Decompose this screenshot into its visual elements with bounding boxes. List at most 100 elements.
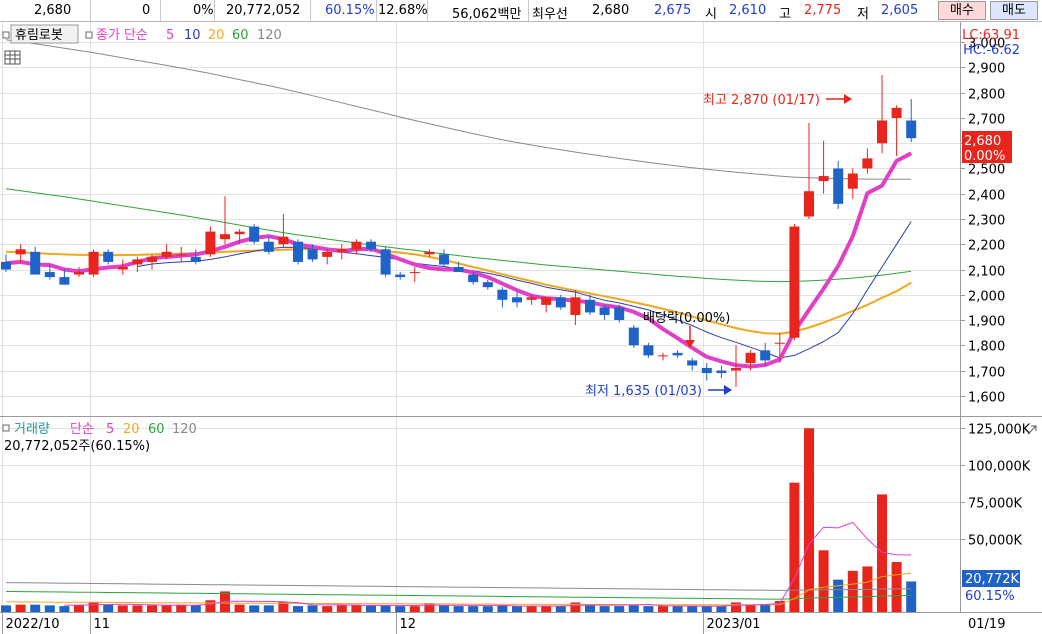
volume-bar	[453, 606, 464, 612]
volume-bar	[672, 606, 683, 612]
price-tick-label: 1,800	[968, 340, 1005, 355]
lc-readout: LC:63.91	[962, 28, 1020, 43]
price-tick-label: 2,900	[968, 62, 1005, 77]
volume-current-pct: 60.15%	[965, 589, 1015, 604]
trade-amount: 56,062백만	[452, 7, 522, 22]
price-tick-label: 1,600	[968, 391, 1005, 406]
sell-button[interactable]: 매도	[990, 1, 1038, 20]
candle-body	[147, 256, 157, 262]
divider	[427, 0, 428, 21]
ma-label: 종가 단순	[96, 28, 148, 43]
candle-body	[833, 168, 844, 204]
volume-bar	[701, 606, 712, 612]
price-tick-label: 2,200	[968, 239, 1005, 254]
volume-bar	[88, 602, 99, 612]
time-tick-label: 2023/01	[707, 617, 761, 632]
volume-bar	[190, 605, 201, 612]
candle-body	[15, 249, 26, 255]
vma-label: 단순	[70, 422, 94, 437]
candle-body	[278, 236, 289, 245]
low-label: 저	[857, 7, 869, 22]
candle-body	[497, 289, 508, 300]
volume-bar	[103, 604, 114, 612]
volume-bar	[439, 605, 449, 612]
candle-body	[541, 297, 552, 305]
volume-bar	[555, 606, 566, 612]
volume-bar	[731, 602, 741, 612]
candle-body	[176, 254, 187, 256]
current-price-value: 2,680	[964, 134, 1001, 149]
candle-body	[88, 251, 99, 275]
volume-bar	[409, 606, 420, 612]
candle-body	[132, 259, 143, 265]
volume-bar	[117, 605, 128, 612]
candle-body	[424, 251, 435, 255]
volume-bar	[687, 606, 698, 612]
volume-bar	[1, 605, 11, 612]
volume-bar	[818, 550, 829, 612]
volume-bar	[906, 581, 917, 612]
candle-body	[263, 241, 274, 252]
high-label: 고	[779, 7, 791, 22]
volume-bar	[147, 605, 157, 612]
volume-bar	[59, 606, 70, 612]
volume-bar	[161, 605, 172, 612]
buy-button[interactable]: 매수	[938, 1, 986, 20]
volume-bar	[599, 606, 610, 612]
volume-bar	[249, 605, 260, 612]
current-price-pct: 0.00%	[964, 149, 1005, 164]
low-price: 2,605	[881, 3, 919, 18]
divider	[90, 0, 91, 21]
legend-toggle-icon[interactable]	[85, 31, 93, 39]
volume-bar	[322, 606, 333, 612]
volume-current-value: 20,772K	[965, 572, 1019, 587]
divider	[376, 0, 377, 21]
candle-body	[117, 266, 128, 270]
volume-bar	[395, 606, 406, 612]
candle-body	[599, 307, 610, 315]
open-price: 2,610	[729, 3, 767, 18]
stock-chart[interactable]: 3,0002,9002,8002,7002,6002,5002,4002,300…	[0, 22, 1042, 634]
candle-body	[59, 277, 70, 285]
volume-bar	[526, 606, 537, 612]
volume-bar	[847, 570, 858, 612]
price-tick-label: 2,000	[968, 290, 1005, 305]
volume-bar	[658, 606, 668, 612]
time-tick-label: 12	[400, 617, 417, 632]
legend-toggle-icon[interactable]	[2, 424, 10, 432]
trade-volume: 20,772,052	[226, 3, 301, 18]
volume-bar	[30, 604, 41, 612]
table-icon[interactable]	[4, 50, 21, 65]
dividend-annotation: 배당락(0.00%)	[643, 311, 730, 326]
time-tick-label: 01/19	[968, 617, 1005, 632]
price-tick-label: 2,300	[968, 214, 1005, 229]
volume-bar	[293, 606, 303, 612]
price-tick-label: 2,700	[968, 113, 1005, 128]
volume-tick-label: 100,000K	[968, 460, 1031, 475]
candle-body	[351, 241, 362, 250]
volume-bar	[380, 605, 391, 612]
candle-body	[555, 297, 566, 308]
legend-toggle-icon[interactable]	[2, 31, 10, 39]
candle-body	[585, 299, 595, 313]
candle-body	[804, 191, 814, 217]
volume-bar	[74, 605, 84, 612]
price-tick-label: 2,400	[968, 189, 1005, 204]
candle-body	[336, 249, 347, 252]
current-price-tag: 2,680 0.00%	[962, 131, 1012, 164]
candle-body	[672, 352, 683, 356]
ma20-label: 20	[208, 28, 225, 43]
candle-body	[307, 249, 318, 260]
candle-body	[628, 327, 639, 346]
quote-summary-bar: 2,680 0 0% 20,772,052 60.15% 12.68% 56,0…	[0, 0, 1042, 22]
candle-body	[468, 274, 479, 283]
volume-bar	[176, 604, 187, 612]
candle-body	[293, 241, 303, 262]
turnover-rate: 12.68%	[378, 3, 428, 18]
volume-bar	[497, 605, 508, 612]
volume-bar	[512, 606, 522, 612]
open-label: 시	[705, 7, 717, 22]
candle-body	[482, 282, 493, 288]
candle-body	[103, 251, 114, 262]
candle-body	[570, 297, 581, 315]
